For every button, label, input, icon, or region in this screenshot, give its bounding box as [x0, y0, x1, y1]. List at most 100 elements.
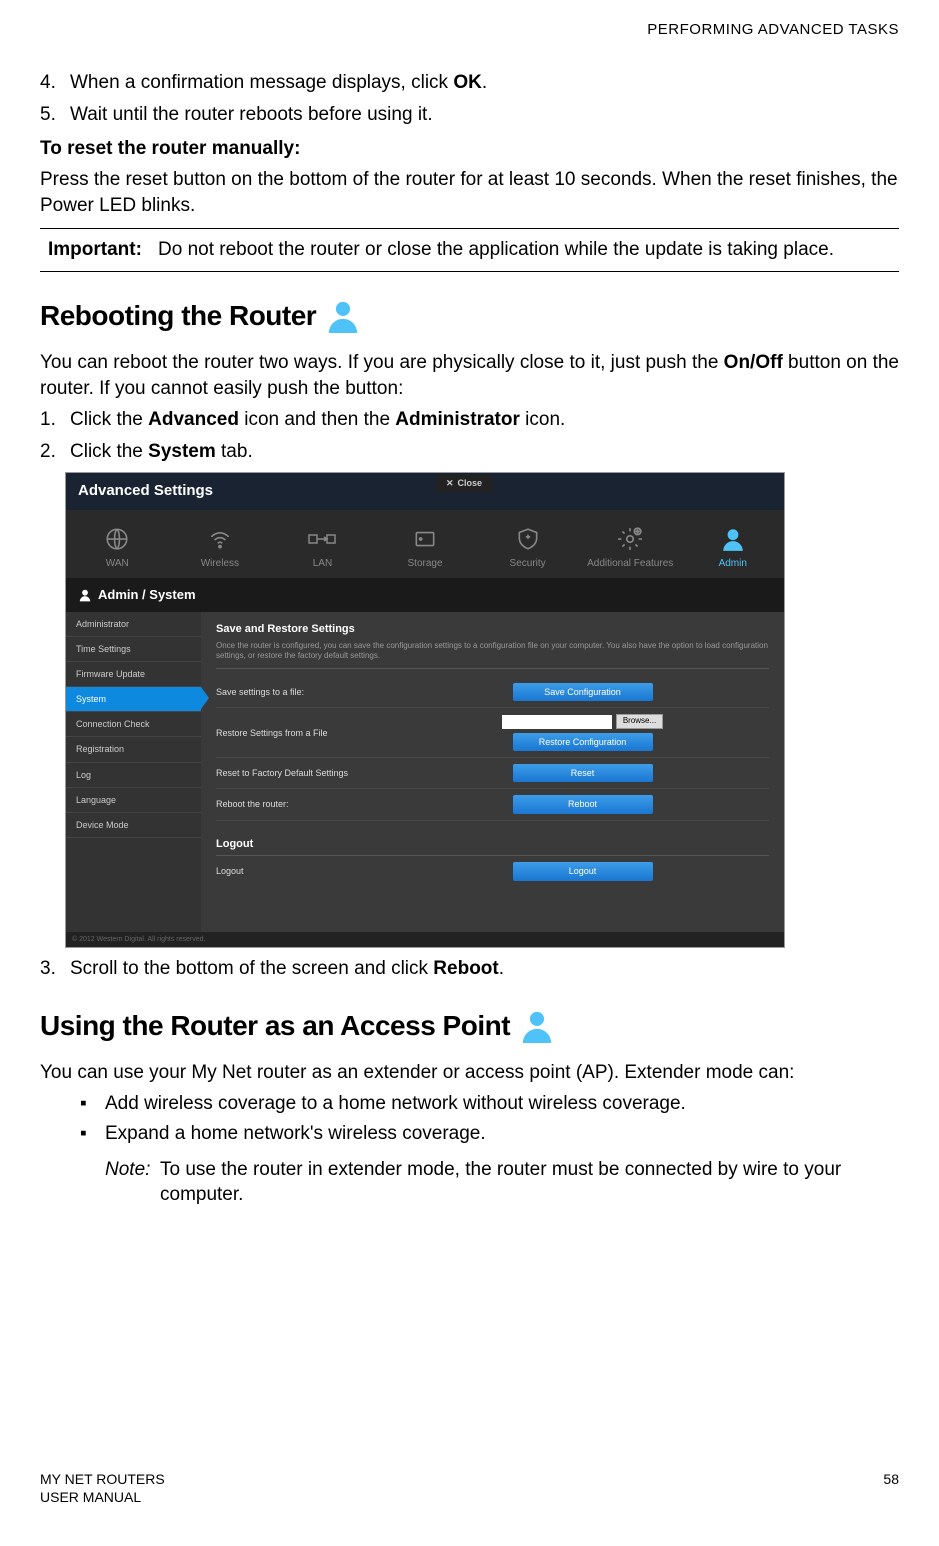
- sidebar-connection-check[interactable]: Connection Check: [66, 712, 201, 737]
- logout-heading: Logout: [216, 829, 769, 857]
- restore-configuration-button[interactable]: Restore Configuration: [513, 733, 653, 751]
- restore-label: Restore Settings from a File: [216, 727, 396, 739]
- reboot-intro: You can reboot the router two ways. If y…: [40, 350, 899, 401]
- t: Click the: [70, 409, 148, 430]
- reboot-step-1: 1. Click the Advanced icon and then the …: [40, 407, 899, 433]
- ss-content: Save and Restore Settings Once the route…: [201, 612, 784, 932]
- advanced-word: Advanced: [148, 409, 239, 430]
- wifi-icon: [169, 525, 272, 553]
- sidebar-time-settings[interactable]: Time Settings: [66, 637, 201, 662]
- user-small-icon: [78, 588, 92, 602]
- t: tab.: [216, 441, 253, 462]
- user-icon: [520, 1009, 554, 1043]
- reset-manual-para: Press the reset button on the bottom of …: [40, 167, 899, 218]
- footer-title-2: USER MANUAL: [40, 1488, 165, 1506]
- nav-additional[interactable]: Additional Features: [579, 525, 682, 571]
- save-label: Save settings to a file:: [216, 686, 396, 698]
- ss-title: Advanced Settings: [78, 481, 213, 501]
- sidebar-administrator[interactable]: Administrator: [66, 612, 201, 637]
- sidebar-firmware-update[interactable]: Firmware Update: [66, 662, 201, 687]
- reboot-step-3-num: 3.: [40, 956, 70, 982]
- nav-storage-label: Storage: [408, 558, 443, 569]
- row-reboot: Reboot the router: Reboot: [216, 789, 769, 820]
- administrator-word: Administrator: [395, 409, 520, 430]
- reboot-label: Reboot the router:: [216, 798, 396, 810]
- nav-wireless-label: Wireless: [201, 558, 239, 569]
- note-text: To use the router in extender mode, the …: [160, 1157, 899, 1208]
- sidebar-device-mode[interactable]: Device Mode: [66, 813, 201, 838]
- ss-close-button[interactable]: ✕ Close: [436, 475, 492, 491]
- reset-manual-heading: To reset the router manually:: [40, 136, 899, 162]
- ap-bullet-1-text: Add wireless coverage to a home network …: [105, 1091, 686, 1117]
- ap-bullet-2: ▪ Expand a home network's wireless cover…: [80, 1121, 899, 1147]
- t: Scroll to the bottom of the screen and c…: [70, 958, 433, 979]
- access-point-heading: Using the Router as an Access Point: [40, 1007, 899, 1045]
- reboot-step-2: 2. Click the System tab.: [40, 439, 899, 465]
- footer-title-1: MY NET ROUTERS: [40, 1470, 165, 1488]
- shield-icon: [476, 525, 579, 553]
- access-point-title: Using the Router as an Access Point: [40, 1007, 510, 1045]
- logout-button[interactable]: Logout: [513, 862, 653, 880]
- row-reset: Reset to Factory Default Settings Reset: [216, 758, 769, 789]
- sidebar-language[interactable]: Language: [66, 788, 201, 813]
- lan-icon: [271, 525, 374, 553]
- nav-lan-label: LAN: [313, 558, 332, 569]
- reboot-step-2-num: 2.: [40, 439, 70, 465]
- t: icon and then the: [239, 409, 395, 430]
- nav-wan[interactable]: WAN: [66, 525, 169, 571]
- ss-titlebar: Advanced Settings ✕ Close: [66, 473, 784, 509]
- close-x-icon: ✕: [446, 477, 454, 489]
- globe-icon: [66, 525, 169, 553]
- ap-bullet-1: ▪ Add wireless coverage to a home networ…: [80, 1091, 899, 1117]
- nav-admin[interactable]: Admin: [681, 525, 784, 571]
- reboot-step-3: 3. Scroll to the bottom of the screen an…: [40, 956, 899, 982]
- ss-nav: WAN Wireless LAN Storage Security Additi…: [66, 510, 784, 579]
- save-restore-desc: Once the router is configured, you can s…: [216, 641, 769, 670]
- row-save: Save settings to a file: Save Configurat…: [216, 677, 769, 708]
- ap-note: Note: To use the router in extender mode…: [105, 1157, 899, 1208]
- step-5-num: 5.: [40, 102, 70, 128]
- gear-plus-icon: [579, 525, 682, 553]
- reboot-button[interactable]: Reboot: [513, 795, 653, 813]
- ss-body: Administrator Time Settings Firmware Upd…: [66, 612, 784, 932]
- row-restore: Restore Settings from a File Browse... R…: [216, 708, 769, 758]
- reboot-intro-onoff: On/Off: [724, 352, 783, 373]
- ss-breadcrumb: Admin / System: [66, 578, 784, 612]
- sidebar-registration[interactable]: Registration: [66, 737, 201, 762]
- step-5-text: Wait until the router reboots before usi…: [70, 102, 433, 128]
- storage-icon: [374, 525, 477, 553]
- nav-wan-label: WAN: [106, 558, 129, 569]
- important-callout: Important: Do not reboot the router or c…: [40, 228, 899, 272]
- file-path-input[interactable]: [502, 715, 612, 729]
- step-4-ok: OK: [453, 72, 482, 93]
- bullet-icon: ▪: [80, 1121, 105, 1147]
- page-number: 58: [883, 1470, 899, 1506]
- reset-label: Reset to Factory Default Settings: [216, 767, 396, 779]
- system-word: System: [148, 441, 216, 462]
- t: Click the: [70, 441, 148, 462]
- nav-storage[interactable]: Storage: [374, 525, 477, 571]
- nav-wireless[interactable]: Wireless: [169, 525, 272, 571]
- user-icon: [326, 299, 360, 333]
- browse-button[interactable]: Browse...: [616, 714, 663, 729]
- row-logout: Logout Logout: [216, 856, 769, 886]
- nav-additional-label: Additional Features: [587, 558, 673, 569]
- bullet-icon: ▪: [80, 1091, 105, 1117]
- logout-label: Logout: [216, 865, 396, 877]
- sidebar-log[interactable]: Log: [66, 763, 201, 788]
- sidebar-system[interactable]: System: [66, 687, 201, 712]
- reset-button[interactable]: Reset: [513, 764, 653, 782]
- t: .: [499, 958, 504, 979]
- rebooting-title: Rebooting the Router: [40, 297, 316, 335]
- save-restore-heading: Save and Restore Settings: [216, 622, 769, 637]
- nav-admin-label: Admin: [719, 558, 747, 569]
- nav-security[interactable]: Security: [476, 525, 579, 571]
- router-screenshot: Advanced Settings ✕ Close WAN Wireless L…: [65, 472, 785, 948]
- ss-sidebar: Administrator Time Settings Firmware Upd…: [66, 612, 201, 932]
- save-configuration-button[interactable]: Save Configuration: [513, 683, 653, 701]
- step-4: 4. When a confirmation message displays,…: [40, 70, 899, 96]
- nav-security-label: Security: [510, 558, 546, 569]
- reboot-intro-a: You can reboot the router two ways. If y…: [40, 352, 724, 373]
- rebooting-heading: Rebooting the Router: [40, 297, 899, 335]
- nav-lan[interactable]: LAN: [271, 525, 374, 571]
